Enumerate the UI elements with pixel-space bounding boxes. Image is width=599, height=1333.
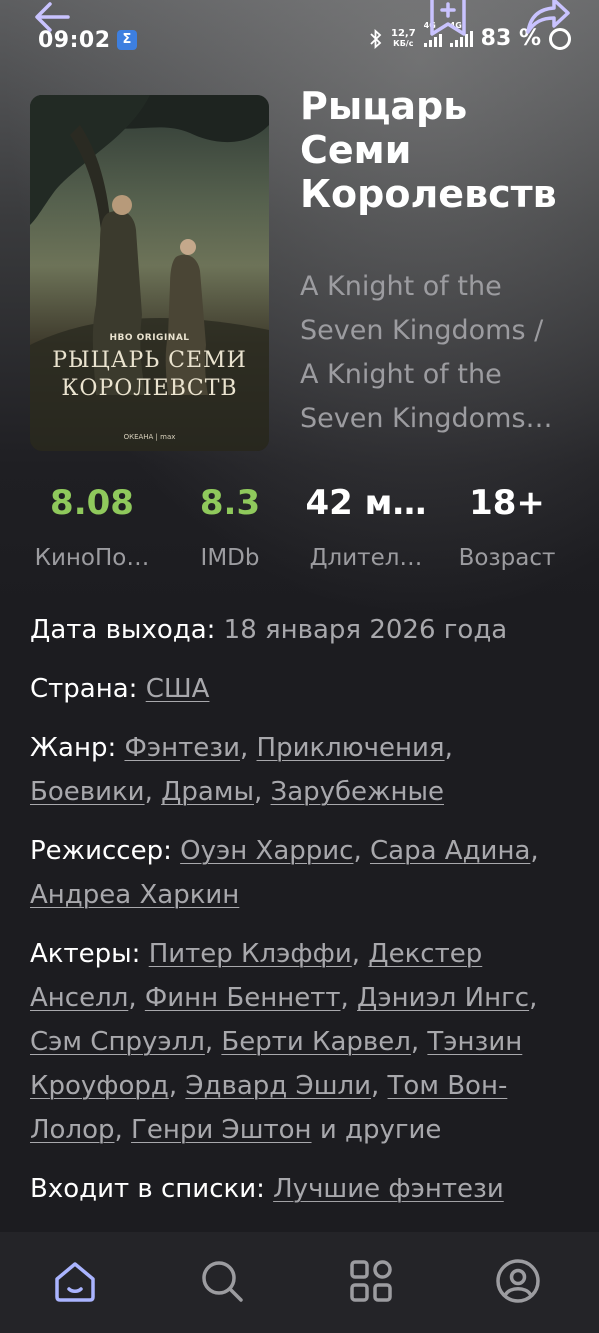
stat-label: Возраст <box>458 545 556 571</box>
bottom-nav <box>0 1232 599 1333</box>
genre-link[interactable]: Боевики <box>30 777 145 807</box>
details-section: Дата выхода: 18 января 2026 года Страна:… <box>30 608 570 1226</box>
poster-image[interactable]: HBO ORIGINAL РЫЦАРЬ СЕМИ КОРОЛЕВСТВ ОКЕА… <box>30 95 269 451</box>
bluetooth-icon <box>370 28 382 49</box>
bookmark-add-icon[interactable] <box>426 0 470 38</box>
release-label: Дата выхода: <box>30 615 216 645</box>
net-speed: 12,7 КБ/с <box>390 27 416 48</box>
actor-link[interactable]: Дэниэл Ингс <box>357 983 529 1013</box>
director-link[interactable]: Андреа Харкин <box>30 880 239 910</box>
release-value: 18 января 2026 года <box>223 615 508 645</box>
genre-link[interactable]: Драмы <box>161 777 254 807</box>
director-label: Режиссер: <box>30 836 172 866</box>
director-link[interactable]: Сара Адина <box>370 836 530 866</box>
genre-label: Жанр: <box>30 733 117 763</box>
actors-row: Актеры: Питер Клэффи, Декстер Анселл, Фи… <box>30 939 538 1145</box>
scroll-fade <box>0 1200 599 1232</box>
back-arrow-icon[interactable] <box>32 0 72 34</box>
notification-app-icon: Σ <box>117 30 137 50</box>
actor-link[interactable]: Эдвард Эшли <box>185 1071 371 1101</box>
genre-link[interactable]: Приключения <box>257 733 445 763</box>
rating-kinopoisk[interactable]: 8.08 КиноПо… <box>30 478 154 576</box>
poster-network-label: HBO ORIGINAL <box>109 333 190 343</box>
stat-value: 18+ <box>469 483 545 523</box>
rating-label: IMDb <box>200 545 260 571</box>
stat-label: Длител… <box>309 545 423 571</box>
genre-row: Жанр: Фэнтези, Приключения, Боевики, Дра… <box>30 733 453 807</box>
director-row: Режиссер: Оуэн Харрис, Сара Адина, Андре… <box>30 836 539 910</box>
actors-more: и другие <box>319 1115 442 1145</box>
search-icon[interactable] <box>198 1257 246 1305</box>
poster-footer: ОКЕАНА | max <box>123 433 176 441</box>
stat-value: 42 м… <box>305 483 427 523</box>
duration-stat: 42 м… Длител… <box>303 478 429 576</box>
genre-link[interactable]: Фэнтези <box>124 733 240 763</box>
actors-label: Актеры: <box>30 939 141 969</box>
actor-link[interactable]: Финн Беннетт <box>145 983 341 1013</box>
genre-link[interactable]: Зарубежные <box>271 777 444 807</box>
actor-link[interactable]: Берти Карвел <box>221 1027 410 1057</box>
country-link[interactable]: США <box>146 674 210 704</box>
rating-label: КиноПо… <box>34 545 150 571</box>
rating-value: 8.3 <box>199 483 261 523</box>
rating-imdb[interactable]: 8.3 IMDb <box>180 478 280 576</box>
home-icon[interactable] <box>51 1257 99 1305</box>
release-row: Дата выхода: 18 января 2026 года <box>30 608 570 652</box>
age-stat: 18+ Возраст <box>455 478 559 576</box>
actor-link[interactable]: Генри Эштон <box>131 1115 312 1145</box>
share-icon[interactable] <box>524 0 572 36</box>
rating-value: 8.08 <box>50 483 134 523</box>
status-bar: 09:02 Σ 12,7 КБ/с 4G 4G 83 % <box>0 21 599 60</box>
page-title: Рыцарь Семи Королевств <box>300 84 557 216</box>
profile-icon[interactable] <box>494 1257 542 1305</box>
country-label: Страна: <box>30 674 138 704</box>
director-link[interactable]: Оуэн Харрис <box>180 836 353 866</box>
actor-link[interactable]: Сэм Спруэлл <box>30 1027 205 1057</box>
actor-link[interactable]: Питер Клэффи <box>149 939 352 969</box>
poster-title: РЫЦАРЬ СЕМИ КОРОЛЕВСТВ <box>52 348 247 401</box>
country-row: Страна: США <box>30 667 570 711</box>
grid-icon[interactable] <box>347 1257 395 1305</box>
original-title: A Knight of the Seven Kingdoms / A Knigh… <box>300 271 553 434</box>
